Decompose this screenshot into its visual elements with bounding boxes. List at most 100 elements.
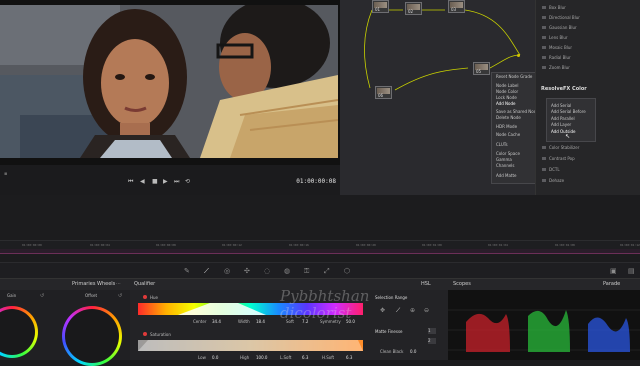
ruler-tick: 01:00:00:12 [222, 243, 242, 247]
fx-item[interactable]: Contrast Pop [549, 156, 575, 161]
saturation-range-bar[interactable] [138, 340, 363, 351]
ruler-tick: 01:00:00:16 [289, 243, 309, 247]
menu-item-save-shared-node[interactable]: Save as Shared Node [496, 109, 539, 114]
fx-item[interactable]: Dehaze [549, 178, 564, 183]
fx-icon [542, 56, 546, 59]
fx-item[interactable]: DCTL [549, 167, 560, 172]
menu-item-add-matte[interactable]: Add Matte [496, 173, 517, 178]
ruler-tick: 01:00:00:04 [90, 243, 110, 247]
tracker-icon[interactable]: ✣ [244, 267, 250, 275]
picker-icon[interactable]: ✥ [380, 307, 385, 314]
menu-item-add-parallel[interactable]: Add Parallel [551, 116, 575, 121]
eyedropper-select-icon[interactable]: ⟋ [396, 307, 400, 315]
menu-item-add-serial[interactable]: Add Serial [551, 103, 571, 108]
panel-options-icon[interactable]: ⋯ [116, 281, 121, 287]
matte-page-button[interactable]: 1 [428, 328, 436, 334]
loop-icon[interactable]: ⟲ [185, 178, 190, 185]
clean-black-value[interactable]: 0.0 [410, 349, 416, 354]
ruler-tick: 01:00:00:20 [356, 243, 376, 247]
fx-icon [542, 146, 546, 149]
sizing-icon[interactable]: ⤢ [324, 267, 330, 276]
scopes-mode[interactable]: Parade [603, 281, 620, 287]
blur-icon[interactable]: ◍ [284, 267, 290, 275]
ruler-tick: 01:00:00:08 [156, 243, 176, 247]
menu-item-lock-node[interactable]: Lock Node [496, 95, 517, 100]
menu-item-reset-node-grade[interactable]: Reset Node Grade [496, 74, 532, 79]
hue-center-value[interactable]: 34.4 [212, 319, 221, 324]
clean-black-label: Clean Black [380, 349, 404, 354]
menu-item-node-label[interactable]: Node Label [496, 83, 519, 88]
node[interactable]: 03 [448, 0, 465, 13]
stop-button[interactable]: ■ [152, 178, 158, 185]
menu-item-add-node[interactable]: Add Node [496, 101, 515, 106]
sat-high-label: High [240, 355, 250, 360]
hue-width-value[interactable]: 18.4 [256, 319, 265, 324]
reset-icon[interactable]: ↺ [40, 293, 44, 299]
fx-item[interactable]: Radial Blur [549, 55, 571, 60]
menu-item-node-color[interactable]: Node Color [496, 89, 518, 94]
pencil-icon[interactable]: ✎ [184, 267, 190, 275]
fx-item[interactable]: Mosaic Blur [549, 45, 572, 50]
hue-enable-icon[interactable] [143, 295, 147, 299]
sat-hsoft-value[interactable]: 6.3 [346, 355, 352, 360]
offset-wheel[interactable] [62, 306, 122, 366]
menu-item-gamma[interactable]: Gamma [496, 157, 512, 162]
viewer-scrubber-icon[interactable]: ▪ [4, 171, 7, 177]
play-button[interactable]: ▶ [163, 178, 168, 185]
video-frame [0, 5, 338, 158]
gain-wheel[interactable] [0, 306, 38, 358]
sat-lsoft-value[interactable]: 6.3 [302, 355, 308, 360]
video-image [0, 5, 338, 158]
color-wheels-panel: Gain Offset ↺ ↺ [0, 290, 130, 366]
reset-icon[interactable]: ↺ [118, 293, 122, 299]
menu-item-channels[interactable]: Channels [496, 163, 515, 168]
sat-low-label: Low [198, 355, 206, 360]
fx-icon [542, 168, 546, 171]
menu-item-add-layer[interactable]: Add Layer [551, 122, 571, 127]
last-frame-button[interactable]: ⏭ [174, 178, 179, 186]
watermark-line: dicolorist [280, 304, 352, 322]
sat-low-value[interactable]: 0.0 [212, 355, 218, 360]
timeline-track[interactable] [0, 249, 640, 254]
menu-item-delete-node[interactable]: Delete Node [496, 115, 521, 120]
window-icon[interactable]: ◎ [224, 267, 230, 275]
sat-high-value[interactable]: 100.0 [256, 355, 267, 360]
qualifier-mode[interactable]: HSL [421, 281, 431, 287]
3d-icon[interactable]: ⬡ [344, 267, 350, 275]
node[interactable]: 06 [375, 86, 392, 99]
menu-item-color-space[interactable]: Color Space [496, 151, 520, 156]
magic-mask-icon[interactable]: ◌ [264, 267, 270, 275]
first-frame-button[interactable]: ⏮ [128, 178, 133, 186]
fx-item[interactable]: Lens Blur [549, 35, 568, 40]
menu-item-cluts[interactable]: CLUTs [496, 142, 508, 147]
fx-item[interactable]: Color Stabilizer [549, 145, 579, 150]
fx-item[interactable]: Box Blur [549, 5, 566, 10]
fx-icon [542, 16, 546, 19]
menu-item-node-cache[interactable]: Node Cache [496, 132, 520, 137]
menu-item-add-outside[interactable]: Add Outside [551, 129, 575, 134]
node[interactable]: 02 [405, 2, 422, 15]
picker-plus-icon[interactable]: ⊕ [410, 307, 415, 314]
hue-width-label: Width [238, 319, 250, 324]
ruler-tick: 01:00:01:08 [555, 243, 575, 247]
key-icon[interactable]: ⚿ [304, 267, 309, 276]
node-output-icon[interactable] [517, 54, 520, 57]
fx-icon [542, 36, 546, 39]
waveform-icon[interactable]: ▤ [628, 267, 635, 275]
matte-page-button[interactable]: 2 [428, 338, 436, 344]
fx-item[interactable]: Directional Blur [549, 15, 580, 20]
node[interactable]: 01 [372, 0, 389, 13]
eyedropper-icon[interactable]: ⟋ [204, 267, 209, 276]
menu-item-add-serial-before[interactable]: Add Serial Before [551, 109, 586, 114]
watermark: Pybbhtshan dicolorist [280, 288, 369, 322]
menu-item-hdr-mode[interactable]: HDR Mode [496, 124, 517, 129]
ruler-tick: 01:00:01:00 [422, 243, 442, 247]
picker-minus-icon[interactable]: ⊖ [424, 307, 429, 314]
step-back-button[interactable]: ◀ [140, 178, 145, 185]
fx-item[interactable]: Zoom Blur [549, 65, 570, 70]
scopes-toggle-icon[interactable]: ▣ [610, 267, 617, 275]
node[interactable]: 05 [473, 62, 490, 75]
fx-item[interactable]: Gaussian Blur [549, 25, 577, 30]
saturation-enable-icon[interactable] [143, 332, 147, 336]
primaries-title[interactable]: Primaries Wheels [72, 281, 115, 287]
